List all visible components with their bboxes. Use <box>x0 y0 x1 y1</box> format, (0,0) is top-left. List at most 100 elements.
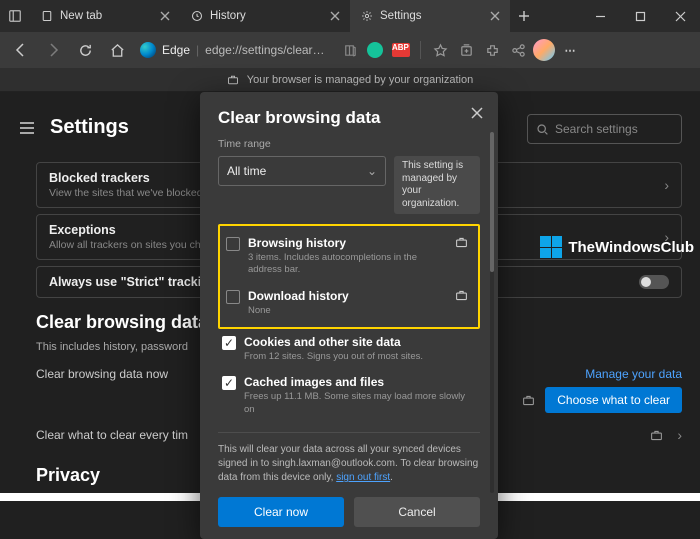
tab-label: History <box>210 10 246 22</box>
tab-label: New tab <box>60 10 102 22</box>
maximize-button[interactable] <box>620 0 660 32</box>
checkbox-icon[interactable] <box>226 290 240 304</box>
briefcase-icon <box>227 74 239 86</box>
app-label: Edge <box>162 43 190 57</box>
checkbox-download-history[interactable]: Download history None <box>222 283 476 323</box>
scrollbar-thumb[interactable] <box>490 132 494 272</box>
item-desc: None <box>248 305 447 317</box>
search-placeholder: Search settings <box>555 122 638 136</box>
highlighted-group: Browsing history 3 items. Includes autoc… <box>218 224 480 329</box>
address-url: edge://settings/clear… <box>205 43 324 57</box>
newtab-page-icon <box>40 9 54 23</box>
dialog-actions: Clear now Cancel <box>218 497 480 527</box>
grammarly-icon[interactable] <box>364 39 386 61</box>
tab-strip: New tab History Settings <box>0 0 580 32</box>
item-title: Download history <box>248 289 447 303</box>
settings-header: Settings <box>18 116 129 139</box>
home-button[interactable] <box>102 35 132 65</box>
checkbox-cached[interactable]: ✓ Cached images and files Frees up 11.1 … <box>218 369 480 422</box>
select-value: All time <box>227 164 266 178</box>
history-icon <box>190 9 204 23</box>
dialog-close-button[interactable] <box>466 102 488 124</box>
watermark-text: TheWindowsClub <box>568 239 694 256</box>
briefcase-icon <box>650 429 663 442</box>
edge-icon <box>140 42 156 58</box>
window-titlebar: New tab History Settings <box>0 0 700 32</box>
tab-actions-icon[interactable] <box>0 9 30 23</box>
dialog-title: Clear browsing data <box>218 108 480 128</box>
tab-history[interactable]: History <box>180 0 350 32</box>
item-desc: 3 items. Includes autocompletions in the… <box>248 252 447 277</box>
row-label: Clear browsing data now <box>36 367 168 381</box>
forward-button[interactable] <box>38 35 68 65</box>
disclaimer-email: singh.laxman@outlook.com <box>272 458 395 469</box>
managed-banner: Your browser is managed by your organiza… <box>0 68 700 92</box>
banner-text: Your browser is managed by your organiza… <box>247 74 473 86</box>
checkbox-cookies[interactable]: ✓ Cookies and other site data From 12 si… <box>218 329 480 369</box>
divider <box>420 41 421 59</box>
tab-label: Settings <box>380 10 422 22</box>
time-range-label: Time range <box>218 138 480 150</box>
window-controls <box>580 0 700 32</box>
more-menu-icon[interactable]: ⋯ <box>559 39 581 61</box>
checkbox-icon[interactable]: ✓ <box>222 336 236 350</box>
clear-browsing-data-dialog: Clear browsing data Time range All time … <box>200 92 498 539</box>
chevron-down-icon: ⌄ <box>367 164 377 178</box>
search-icon <box>536 123 549 136</box>
toolbar-extensions: ABP ⋯ <box>338 39 581 61</box>
item-title: Browsing history <box>248 236 447 250</box>
search-settings-input[interactable]: Search settings <box>527 114 682 144</box>
briefcase-icon <box>455 289 468 302</box>
item-desc: Frees up 11.1 MB. Some sites may load mo… <box>244 391 472 416</box>
briefcase-icon <box>455 236 468 249</box>
checkbox-icon[interactable] <box>226 237 240 251</box>
card-title: Blocked trackers <box>49 171 203 185</box>
row-label: Clear what to clear every tim <box>36 428 188 442</box>
chevron-right-icon: › <box>664 177 669 193</box>
close-icon[interactable] <box>328 9 342 23</box>
gear-icon <box>360 9 374 23</box>
managed-tooltip: This setting is managed by your organiza… <box>394 156 480 214</box>
address-bar[interactable]: Edge | edge://settings/clear… <box>134 36 334 64</box>
collections-icon[interactable] <box>455 39 477 61</box>
choose-clear-button[interactable]: Choose what to clear <box>545 387 682 413</box>
adblock-icon[interactable]: ABP <box>390 39 412 61</box>
share-icon[interactable] <box>507 39 529 61</box>
extensions-icon[interactable] <box>481 39 503 61</box>
item-title: Cached images and files <box>244 375 472 389</box>
minimize-button[interactable] <box>580 0 620 32</box>
favorites-icon[interactable] <box>429 39 451 61</box>
close-icon[interactable] <box>488 9 502 23</box>
tab-newtab[interactable]: New tab <box>30 0 180 32</box>
tab-settings[interactable]: Settings <box>350 0 510 32</box>
refresh-button[interactable] <box>70 35 100 65</box>
new-tab-button[interactable] <box>510 2 538 30</box>
manage-data-link[interactable]: Manage your data <box>585 367 682 381</box>
close-window-button[interactable] <box>660 0 700 32</box>
checkbox-icon[interactable]: ✓ <box>222 376 236 390</box>
checkbox-browsing-history[interactable]: Browsing history 3 items. Includes autoc… <box>222 230 476 283</box>
item-title: Cookies and other site data <box>244 335 472 349</box>
toolbar: Edge | edge://settings/clear… ABP ⋯ <box>0 32 700 68</box>
back-button[interactable] <box>6 35 36 65</box>
chevron-right-icon: › <box>677 427 682 443</box>
sign-out-link[interactable]: sign out first <box>336 472 390 483</box>
sync-disclaimer: This will clear your data across all you… <box>218 432 480 485</box>
separator: | <box>196 43 199 57</box>
reading-view-icon[interactable] <box>338 39 360 61</box>
card-desc: View the sites that we've blocked <box>49 187 203 199</box>
menu-icon[interactable] <box>18 119 36 137</box>
clear-now-button[interactable]: Clear now <box>218 497 344 527</box>
windows-flag-icon <box>540 236 562 258</box>
profile-avatar[interactable] <box>533 39 555 61</box>
toggle-switch[interactable] <box>639 275 669 289</box>
cancel-button[interactable]: Cancel <box>354 497 480 527</box>
card-title: Exceptions <box>49 223 201 237</box>
tooltip-text: This setting is managed by your organiza… <box>402 160 472 210</box>
card-desc: Allow all trackers on sites you ch <box>49 239 201 251</box>
card-title: Always use "Strict" tracking <box>49 275 216 289</box>
page-title: Settings <box>50 116 129 139</box>
close-icon[interactable] <box>158 9 172 23</box>
time-range-select[interactable]: All time ⌄ <box>218 156 386 186</box>
briefcase-icon <box>522 394 535 407</box>
